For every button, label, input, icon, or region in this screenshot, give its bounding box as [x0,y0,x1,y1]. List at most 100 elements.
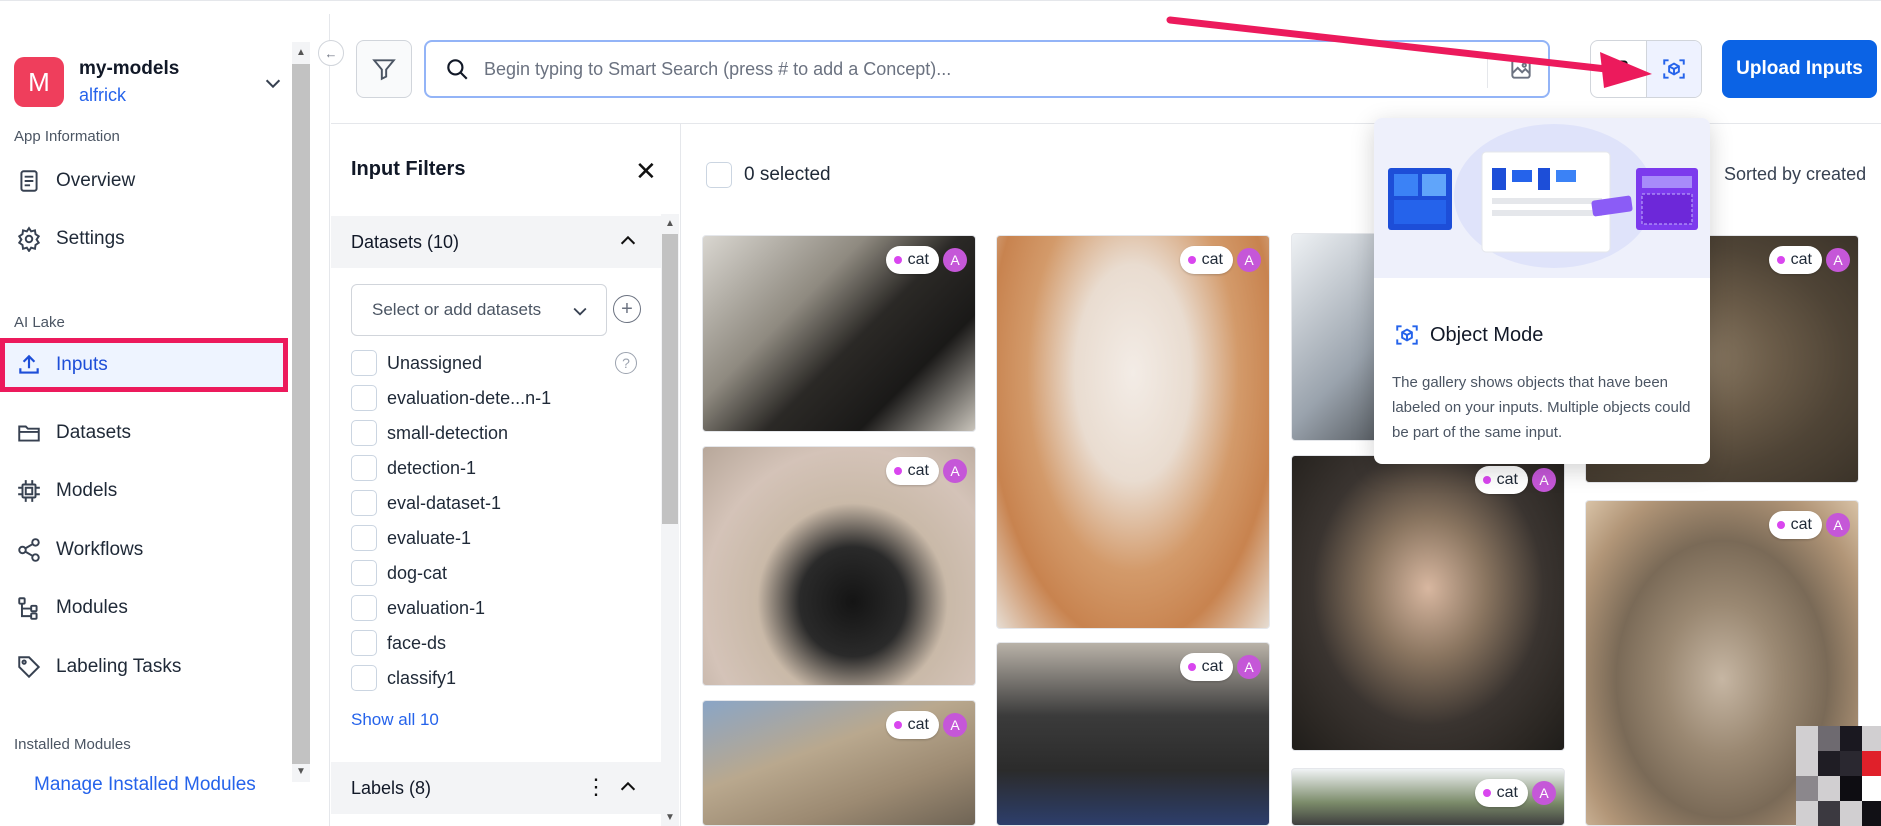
dataset-label: small-detection [387,422,509,443]
sidebar-item-overview[interactable]: Overview [0,154,288,208]
tag-dot [1482,789,1491,797]
sidebar-item-inputs[interactable]: Inputs [0,338,288,392]
checkbox[interactable] [351,350,377,376]
help-icon[interactable]: ? [615,352,637,374]
scroll-up-icon[interactable]: ▲ [296,47,306,58]
gallery-image-tile[interactable]: cat A [1291,768,1565,826]
sidebar-item-label: Overview [56,170,136,191]
filters-scrollbar-thumb[interactable] [662,234,678,524]
app-switcher[interactable]: M my-models alfrick [14,54,284,110]
sidebar-item-models[interactable]: Models [0,464,288,518]
sidebar-item-settings[interactable]: Settings [0,212,288,266]
concept-tag[interactable]: cat [1179,653,1233,681]
dataset-row[interactable]: evaluation-1 [351,593,485,623]
datasets-section-header[interactable]: Datasets (10) [331,216,661,268]
checkbox[interactable] [351,560,377,586]
search-input[interactable] [484,58,1484,80]
dataset-row[interactable]: Unassigned [351,348,482,378]
gallery-image-tile[interactable]: cat A [996,235,1270,629]
checkbox[interactable] [351,490,377,516]
dataset-row[interactable]: eval-dataset-1 [351,488,501,518]
labels-section-header[interactable]: Labels (8) ⋮ [331,762,661,814]
checkbox[interactable] [351,420,377,446]
concept-tag[interactable]: cat [885,457,939,485]
dataset-row[interactable]: evaluation-dete...n-1 [351,383,551,413]
scroll-up-icon[interactable]: ▲ [665,218,675,229]
dataset-row[interactable]: detection-1 [351,453,476,483]
image-search-icon[interactable] [1508,56,1534,82]
input-mode-button[interactable] [1591,41,1646,97]
object-mode-illustration [1374,118,1710,278]
dataset-label: eval-dataset-1 [387,492,502,513]
checkbox[interactable] [351,665,377,691]
checkbox[interactable] [351,455,377,481]
manage-installed-modules-link[interactable]: Manage Installed Modules [34,774,256,796]
sidebar-item-datasets[interactable]: Datasets [0,406,288,460]
concept-tag[interactable]: cat [1768,246,1822,274]
concept-tag[interactable]: cat [1474,466,1528,494]
object-mode-button[interactable] [1645,41,1701,97]
select-all-checkbox[interactable] [706,162,732,188]
concept-tag[interactable]: cat [885,711,939,739]
gear-icon [17,226,41,252]
app-name: my-models [79,58,180,79]
gallery-image-tile[interactable]: cat A [996,642,1270,826]
concept-tag[interactable]: cat [1179,246,1233,274]
gallery-image-tile[interactable]: cat A [1291,455,1565,751]
concept-tag[interactable]: cat [1768,511,1822,539]
filter-icon [372,59,396,81]
concept-tag[interactable]: cat [885,246,939,274]
view-mode-toggle [1590,40,1702,98]
sidebar-item-modules[interactable]: Modules [0,581,288,635]
checkbox[interactable] [351,595,377,621]
dataset-label: face-ds [387,632,447,653]
dataset-row[interactable]: classify1 [351,663,456,693]
search-divider [1487,52,1488,88]
selected-count: 0 selected [744,164,831,185]
concept-tag[interactable]: cat [1474,779,1528,807]
document-icon [20,170,38,192]
show-all-datasets-link[interactable]: Show all 10 [351,710,439,730]
tag-dot [893,467,902,475]
dataset-row[interactable]: evaluate-1 [351,523,471,553]
sort-dropdown[interactable]: Sorted by created [1724,164,1866,185]
chevron-up-icon[interactable] [617,776,639,798]
annotation-badge: A [943,713,967,737]
gallery-image-tile[interactable]: cat A [702,700,976,826]
more-options-icon[interactable]: ⋮ [585,774,607,800]
app-user[interactable]: alfrick [79,82,179,108]
smart-search-bar [424,40,1550,98]
checkbox[interactable] [351,525,377,551]
chevron-down-icon[interactable] [262,72,284,94]
close-icon[interactable]: ✕ [635,156,657,187]
section-label-app-info: App Information [14,128,120,145]
object-mode-popover: Object Mode The gallery shows objects th… [1374,118,1710,464]
annotation-badge: A [943,459,967,483]
tag-dot [1482,476,1491,484]
scroll-down-icon[interactable]: ▼ [665,812,675,823]
select-all-control[interactable]: 0 selected [706,162,831,188]
sidebar-scrollbar-thumb[interactable] [292,64,310,764]
sidebar-item-labeling-tasks[interactable]: Labeling Tasks [0,640,288,694]
dataset-row[interactable]: small-detection [351,418,508,448]
dataset-row[interactable]: dog-cat [351,558,447,588]
dataset-label: evaluate-1 [387,527,472,548]
gallery-image-tile[interactable]: cat A [702,446,976,686]
tree-icon [18,597,38,620]
filter-toggle-button[interactable] [356,40,412,98]
checkbox[interactable] [351,630,377,656]
checkbox[interactable] [351,385,377,411]
scroll-down-icon[interactable]: ▼ [296,766,306,777]
gallery-image-tile[interactable]: cat A [702,235,976,432]
sidebar-item-workflows[interactable]: Workflows [0,523,288,577]
dataset-select[interactable]: Select or add datasets [351,284,607,336]
annotation-badge: A [1237,248,1261,272]
upload-inputs-button[interactable]: Upload Inputs [1722,40,1877,98]
collapse-sidebar-button[interactable]: ← [318,40,344,66]
tag-dot [1776,521,1785,529]
section-label-ai-lake: AI Lake [14,314,65,331]
add-dataset-icon[interactable]: + [613,295,641,323]
dataset-row[interactable]: face-ds [351,628,446,658]
chevron-up-icon[interactable] [617,230,639,252]
sidebar-item-label: Inputs [56,354,108,375]
